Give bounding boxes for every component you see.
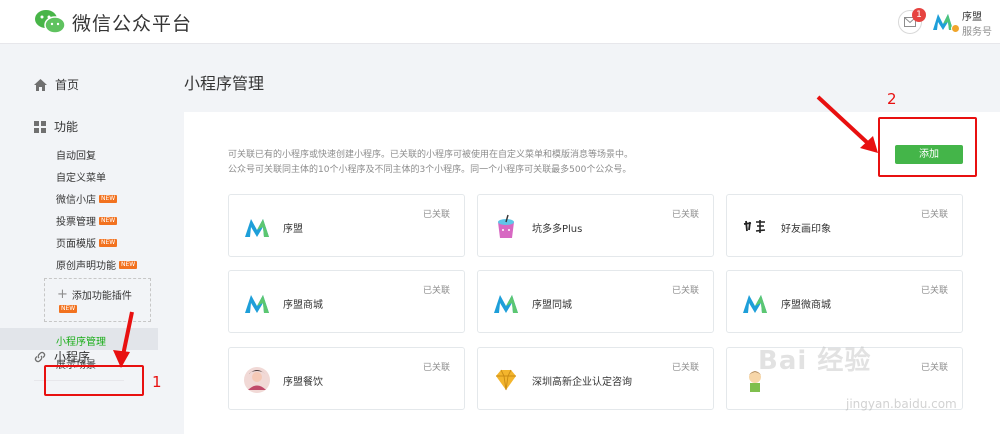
card-status: 已关联 bbox=[671, 286, 699, 296]
account-verified-dot bbox=[951, 24, 960, 33]
watermark-url: jingyan.baidu.com bbox=[846, 397, 957, 411]
new-badge: NEW bbox=[59, 305, 78, 313]
mini-program-card[interactable]: 坑多多Plus 已关联 bbox=[477, 194, 714, 257]
card-name: 坑多多Plus bbox=[532, 224, 583, 235]
plus-icon: + bbox=[57, 287, 68, 302]
sidebar-item-label: 页面模版 bbox=[56, 239, 96, 250]
new-badge: NEW bbox=[119, 260, 138, 269]
sidebar-item-label: 原创声明功能 bbox=[56, 261, 116, 272]
sidebar-item-label: 功能 bbox=[54, 120, 79, 134]
xumeng-logo-icon bbox=[245, 295, 269, 313]
card-name: 序盟餐饮 bbox=[283, 377, 323, 388]
new-badge: NEW bbox=[99, 194, 118, 203]
page-title: 小程序管理 bbox=[184, 74, 265, 93]
card-name: 序盟商城 bbox=[283, 300, 323, 311]
card-status: 已关联 bbox=[671, 210, 699, 220]
annotation-box-step1 bbox=[44, 365, 144, 396]
sidebar-item-label: 投票管理 bbox=[56, 217, 96, 228]
home-icon bbox=[34, 78, 47, 91]
sidebar-item-custom-menu[interactable]: 自定义菜单 bbox=[56, 169, 106, 184]
sidebar-item-home[interactable]: 首页 bbox=[34, 76, 79, 93]
card-name: 序盟 bbox=[283, 224, 303, 235]
sidebar-item-mini-manage-label[interactable]: 小程序管理 bbox=[56, 333, 106, 348]
mini-program-card[interactable]: 序盟 已关联 bbox=[228, 194, 465, 257]
sidebar-item-label: 微信小店 bbox=[56, 195, 96, 206]
mini-program-card[interactable]: 好友画印象 已关联 bbox=[726, 194, 963, 257]
calligraphy-icon bbox=[743, 220, 766, 233]
card-status: 已关联 bbox=[920, 286, 948, 296]
card-name: 序盟微商城 bbox=[781, 300, 831, 311]
avatar-photo-icon bbox=[244, 367, 270, 393]
card-status: 已关联 bbox=[920, 210, 948, 220]
add-plugin-text: + 添加功能插件 bbox=[57, 287, 132, 302]
sidebar-item-auto-reply[interactable]: 自动回复 bbox=[56, 147, 96, 162]
sidebar-item-original-declaration[interactable]: 原创声明功能 NEW bbox=[56, 257, 138, 272]
annotation-number-step2: 2 bbox=[887, 90, 897, 108]
sidebar-item-label: 首页 bbox=[55, 78, 80, 92]
sidebar-item-label: 自定义菜单 bbox=[56, 173, 106, 184]
diamond-icon bbox=[496, 369, 516, 391]
card-status: 已关联 bbox=[422, 286, 450, 296]
sidebar-item-wechat-store[interactable]: 微信小店 NEW bbox=[56, 191, 118, 206]
card-name: 好友画印象 bbox=[781, 224, 831, 235]
mini-program-card[interactable]: 序盟商城 已关联 bbox=[228, 270, 465, 333]
brand-title: 微信公众平台 bbox=[72, 13, 193, 35]
card-status: 已关联 bbox=[422, 363, 450, 373]
account-name[interactable]: 序盟 bbox=[962, 8, 982, 23]
sidebar-item-function[interactable]: 功能 bbox=[34, 118, 78, 135]
add-plugin-button[interactable]: + 添加功能插件 NEW bbox=[44, 278, 151, 322]
top-bar: 微信公众平台 1 序盟 服务号 bbox=[0, 0, 1000, 44]
new-badge: NEW bbox=[99, 216, 118, 225]
mini-program-card[interactable]: 序盟微商城 已关联 bbox=[726, 270, 963, 333]
wechat-logo-icon bbox=[35, 10, 66, 34]
sidebar-item-label: 自动回复 bbox=[56, 151, 96, 162]
link-icon bbox=[34, 351, 46, 362]
mini-program-card[interactable]: 序盟同城 已关联 bbox=[477, 270, 714, 333]
xumeng-logo-icon bbox=[743, 295, 767, 313]
sidebar-item-vote[interactable]: 投票管理 NEW bbox=[56, 213, 118, 228]
sidebar-item-page-template[interactable]: 页面模版 NEW bbox=[56, 235, 118, 250]
annotation-box-step2 bbox=[878, 117, 977, 177]
watermark-text: Bai 经验 bbox=[758, 346, 872, 376]
card-name: 序盟同城 bbox=[532, 300, 572, 311]
card-status: 已关联 bbox=[422, 210, 450, 220]
annotation-number-step1: 1 bbox=[152, 373, 162, 391]
mini-program-card[interactable]: 序盟餐饮 已关联 bbox=[228, 347, 465, 410]
xumeng-logo-icon bbox=[245, 219, 269, 237]
drink-cup-icon bbox=[498, 214, 514, 238]
card-status: 已关联 bbox=[920, 363, 948, 373]
card-name: 深圳高新企业认定咨询 bbox=[532, 377, 632, 388]
account-type: 服务号 bbox=[962, 27, 992, 38]
add-plugin-label: 添加功能插件 bbox=[71, 291, 132, 302]
xumeng-logo-icon bbox=[494, 295, 518, 313]
description-line-1: 可关联已有的小程序或快速创建小程序。已关联的小程序可被使用在自定义菜单和模版消息… bbox=[228, 150, 634, 160]
description-line-2: 公众号可关联同主体的10个小程序及不同主体的3个小程序。同一个小程序可关联最多5… bbox=[228, 165, 632, 175]
card-status: 已关联 bbox=[671, 363, 699, 373]
mail-count-badge: 1 bbox=[912, 8, 926, 22]
new-badge: NEW bbox=[99, 238, 118, 247]
mini-program-card[interactable]: 深圳高新企业认定咨询 已关联 bbox=[477, 347, 714, 410]
grid-icon bbox=[34, 120, 46, 133]
